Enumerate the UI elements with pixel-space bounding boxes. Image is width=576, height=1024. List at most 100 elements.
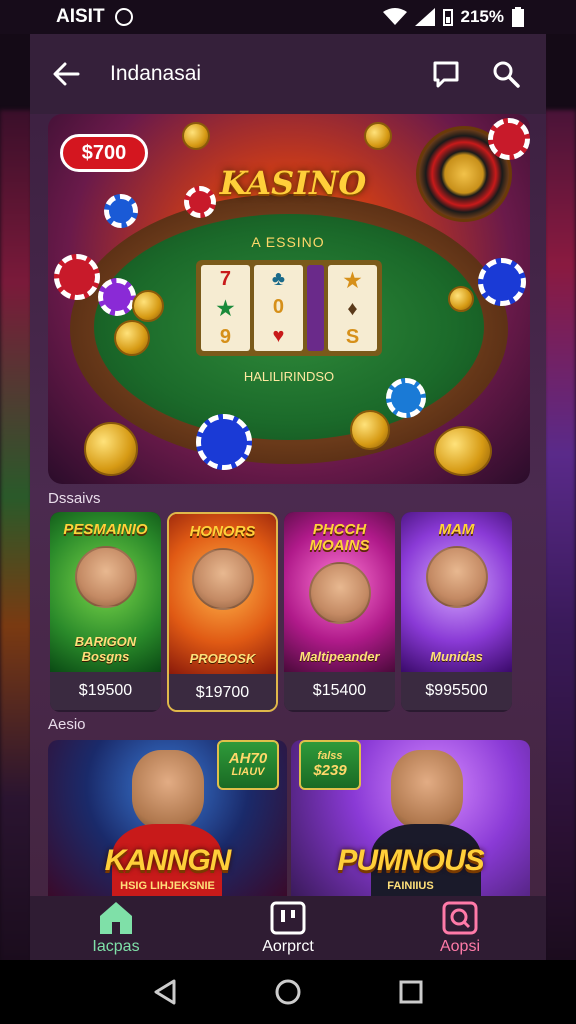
home-icon bbox=[100, 902, 132, 934]
card-subtitle: Munidas bbox=[430, 649, 483, 664]
recents-square-icon[interactable] bbox=[398, 979, 424, 1005]
game-card[interactable]: MAM Munidas $995500 bbox=[401, 512, 512, 712]
card-title: PESMAINIO bbox=[63, 521, 148, 538]
card-price: $15400 bbox=[284, 672, 395, 710]
game-card[interactable]: PHCCH MOAINS Maltipeander $15400 bbox=[284, 512, 395, 712]
promo-banner-list: AH70 LIAUV KANNGN HSIG LIHJEKSNIE falss … bbox=[48, 740, 530, 896]
banner-subtitle: FAINIIUS bbox=[387, 880, 434, 892]
banner-title: KANNGN bbox=[104, 844, 232, 877]
background-blur-left bbox=[0, 110, 32, 970]
back-triangle-icon[interactable] bbox=[152, 978, 178, 1006]
card-title: PHCCH MOAINS bbox=[309, 521, 370, 554]
search-button[interactable] bbox=[486, 54, 526, 94]
nav-label: Aopsi bbox=[439, 938, 481, 955]
banner-subtitle: HSIG LIHJEKSNIE bbox=[120, 880, 215, 892]
reel-symbol: ★ bbox=[216, 297, 235, 320]
reel-symbol: 0 bbox=[272, 296, 284, 319]
hero-subtitle: A ESSINO bbox=[251, 234, 325, 250]
app-window: Indanasai $700 KASINO A ESSINO 7 ★ 9 ♣ 0… bbox=[30, 34, 546, 960]
reel-symbol: ♦ bbox=[347, 297, 358, 320]
reel-symbol: 9 bbox=[219, 325, 232, 348]
gold-coin-icon bbox=[182, 122, 210, 150]
slot-reel: ★ ♦ S bbox=[328, 265, 377, 351]
card-artwork: MAM Munidas bbox=[401, 512, 512, 672]
nav-label: Aorprct bbox=[262, 938, 314, 955]
gold-coin-icon bbox=[114, 320, 150, 356]
game-card-list: PESMAINIO BARIGON Bosgns $19500 HONORS P… bbox=[50, 512, 512, 712]
chat-button[interactable] bbox=[426, 54, 466, 94]
system-navigation-bar bbox=[0, 960, 576, 1024]
promo-banner[interactable]: AH70 LIAUV KANNGN HSIG LIHJEKSNIE bbox=[48, 740, 287, 896]
reel-symbol: ♥ bbox=[272, 325, 285, 348]
battery-small-icon bbox=[442, 9, 453, 26]
wifi-icon bbox=[382, 8, 407, 25]
nav-item-home[interactable]: Iacpas bbox=[46, 900, 186, 956]
promo-banner[interactable]: falss $239 PUMNOUS FAINIIUS bbox=[291, 740, 530, 896]
gold-coin-icon bbox=[434, 426, 492, 476]
reel-symbol: S bbox=[345, 325, 360, 348]
poker-chip-icon bbox=[196, 414, 252, 470]
nav-item-grid[interactable]: Aorprct bbox=[218, 900, 358, 956]
gold-coin-icon bbox=[84, 422, 138, 476]
nav-item-search[interactable]: Aopsi bbox=[390, 900, 530, 956]
promo-badge: AH70 LIAUV bbox=[217, 740, 279, 790]
poker-chip-icon bbox=[184, 186, 216, 218]
search-icon bbox=[493, 61, 520, 88]
avatar bbox=[74, 545, 137, 608]
reel-symbol: 7 bbox=[219, 267, 232, 290]
poker-chip-icon bbox=[386, 378, 426, 418]
avatar bbox=[308, 561, 371, 624]
poker-chip-icon bbox=[104, 194, 138, 228]
back-button[interactable] bbox=[50, 58, 82, 90]
search-square-icon bbox=[442, 901, 478, 935]
home-circle-icon[interactable] bbox=[274, 978, 302, 1006]
battery-level: 215% bbox=[460, 7, 504, 26]
poker-chip-icon bbox=[488, 118, 530, 160]
card-title: HONORS bbox=[189, 523, 256, 540]
notification-icon bbox=[114, 8, 133, 26]
avatar bbox=[425, 545, 488, 608]
poker-chip-icon bbox=[478, 258, 526, 306]
avatar bbox=[191, 547, 254, 610]
slot-reel: ♣ 0 ♥ bbox=[253, 265, 303, 351]
section-label: Aesio bbox=[48, 716, 86, 733]
slot-reel bbox=[306, 265, 325, 351]
badge-line: LIAUV bbox=[231, 766, 265, 779]
nav-label: Iacpas bbox=[92, 938, 140, 955]
game-card[interactable]: PESMAINIO BARIGON Bosgns $19500 bbox=[50, 512, 161, 712]
card-artwork: HONORS PROBOSK bbox=[169, 514, 276, 674]
gold-coin-icon bbox=[132, 290, 164, 322]
poker-chip-icon bbox=[98, 278, 136, 316]
game-card[interactable]: HONORS PROBOSK $19700 bbox=[167, 512, 278, 712]
hero-caption: HALILIRINDSO bbox=[243, 369, 335, 384]
hero-logo: KASINO bbox=[219, 164, 367, 202]
card-artwork: PESMAINIO BARIGON Bosgns bbox=[50, 512, 161, 672]
battery-icon bbox=[512, 7, 524, 27]
background-blur-right bbox=[544, 110, 576, 970]
reel-symbol: ♣ bbox=[271, 267, 285, 290]
gold-coin-icon bbox=[364, 122, 392, 150]
grid-icon bbox=[270, 901, 306, 935]
status-bar: AISIT 215% bbox=[0, 0, 576, 34]
top-app-bar: Indanasai bbox=[30, 34, 546, 114]
arrow-left-icon bbox=[53, 62, 80, 86]
page-title: Indanasai bbox=[110, 62, 202, 85]
badge-line: $239 bbox=[313, 761, 347, 779]
chat-icon bbox=[433, 61, 459, 88]
signal-icon bbox=[414, 8, 435, 26]
gold-coin-icon bbox=[448, 286, 474, 312]
avatar bbox=[132, 750, 204, 830]
poker-chip-icon bbox=[54, 254, 100, 300]
status-text: AISIT bbox=[56, 6, 105, 27]
card-subtitle: Maltipeander bbox=[299, 649, 380, 664]
gold-coin-icon bbox=[350, 410, 390, 450]
price-badge: $700 bbox=[60, 134, 148, 172]
slot-reels: 7 ★ 9 ♣ 0 ♥ ★ ♦ S bbox=[196, 260, 382, 356]
bottom-navigation: Iacpas Aorprct Aopsi bbox=[30, 896, 546, 960]
banner-title: PUMNOUS bbox=[337, 844, 484, 877]
section-label: Dssaivs bbox=[48, 490, 101, 507]
promo-badge: falss $239 bbox=[299, 740, 361, 790]
slot-reel: 7 ★ 9 bbox=[201, 265, 250, 351]
hero-banner[interactable]: $700 KASINO A ESSINO 7 ★ 9 ♣ 0 ♥ ★ ♦ S H… bbox=[48, 114, 530, 484]
card-price: $19700 bbox=[169, 674, 276, 710]
